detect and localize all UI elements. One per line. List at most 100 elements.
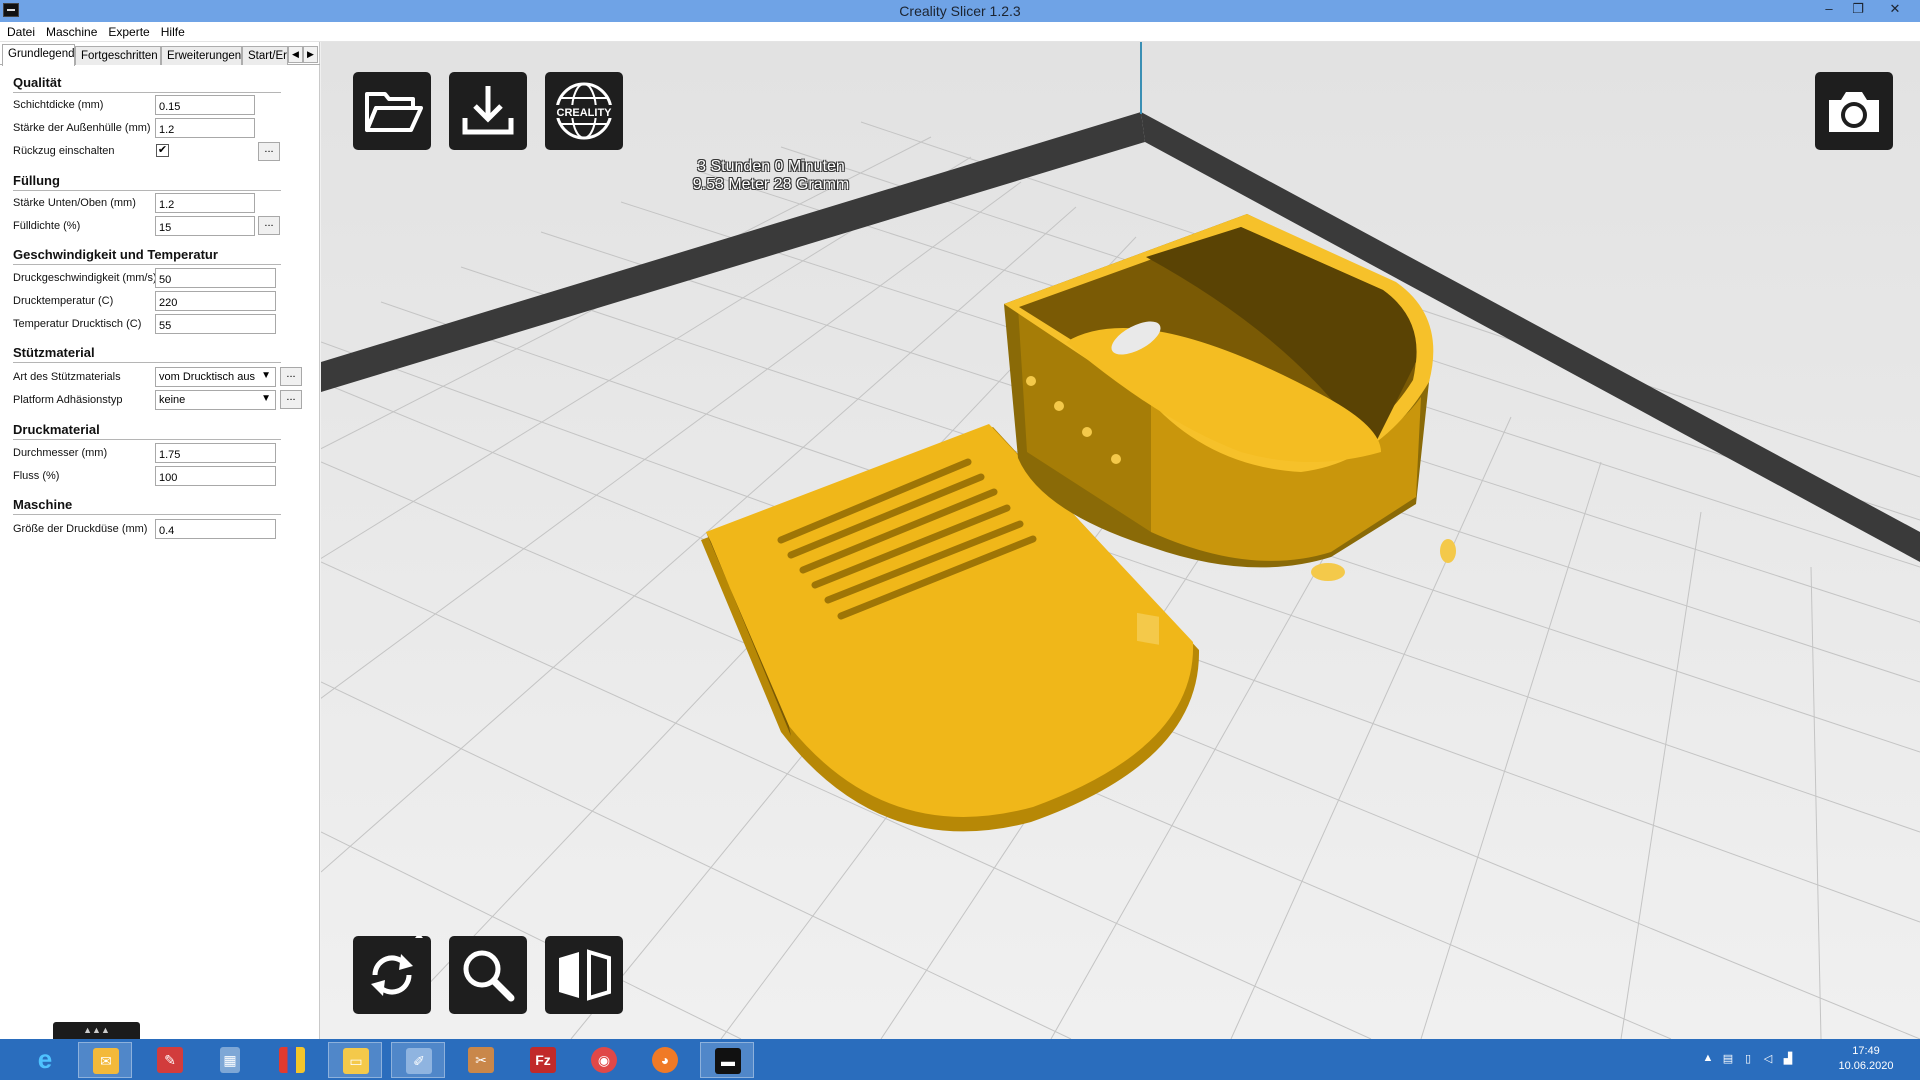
chevron-down-icon: ▼ — [261, 370, 271, 381]
calculator-icon: ▦ — [220, 1047, 240, 1073]
print-speed-input[interactable] — [155, 268, 276, 288]
firefox-icon: ◕ — [652, 1047, 678, 1073]
taskbar-tool-app[interactable]: ✂ — [454, 1042, 508, 1078]
tab-scroll-left-icon[interactable]: ◀ — [288, 46, 303, 63]
taskbar-filezilla[interactable]: Fz — [516, 1042, 570, 1078]
office-icon — [279, 1047, 305, 1073]
adhesion-type-value: keine — [159, 394, 186, 406]
keyboard-icon[interactable]: ▤ — [1720, 1052, 1736, 1066]
windows-taskbar: e ✉ ✎ ▦ ▭ ✐ ✂ Fz ◉ ◕ ▬ ▲ ▤ ▯ ◁ ▟ 17:49 1… — [0, 1039, 1920, 1080]
taskbar-firefox[interactable]: ◕ — [638, 1042, 692, 1078]
shell-thickness-input[interactable] — [155, 118, 255, 138]
folder-open-icon — [365, 92, 423, 132]
print-material: 9.53 Meter 28 Gramm — [692, 176, 850, 193]
diameter-label: Durchmesser (mm) — [13, 447, 108, 459]
restore-button[interactable]: ❐ — [1845, 0, 1871, 20]
section-fill: Füllung — [13, 173, 281, 191]
section-support: Stützmaterial — [13, 345, 281, 363]
scale-button[interactable] — [449, 936, 527, 1014]
tab-scroll-right-icon[interactable]: ▶ — [303, 46, 318, 63]
clock-date: 10.06.2020 — [1838, 1060, 1894, 1072]
support-type-value: vom Drucktisch aus — [159, 371, 255, 383]
clock[interactable]: 17:49 10.06.2020 — [1836, 1044, 1896, 1074]
taskbar-disk-app[interactable]: ◉ — [577, 1042, 631, 1078]
tool-icon: ✂ — [468, 1047, 494, 1073]
fill-density-input[interactable] — [155, 216, 255, 236]
fill-density-label: Fülldichte (%) — [13, 220, 81, 232]
build-plate-scene — [321, 42, 1920, 1039]
volume-icon[interactable]: ◁ — [1760, 1052, 1776, 1066]
taskbar-outlook[interactable]: ✉ — [78, 1042, 132, 1078]
system-tray: ▲ ▤ ▯ ◁ ▟ 17:49 10.06.2020 — [1700, 1039, 1920, 1080]
snapshot-button[interactable] — [1815, 72, 1893, 150]
print-temp-input[interactable] — [155, 291, 276, 311]
filezilla-icon: Fz — [530, 1047, 556, 1073]
fill-settings-button[interactable]: ... — [258, 216, 280, 235]
nozzle-size-input[interactable] — [155, 519, 276, 539]
taskbar-internet-explorer[interactable]: e — [18, 1042, 72, 1078]
retraction-checkbox[interactable]: ✔ — [156, 144, 169, 157]
taskbar-creality-slicer[interactable]: ▬ — [700, 1042, 754, 1078]
close-button[interactable]: ✕ — [1882, 0, 1908, 20]
retraction-settings-button[interactable]: ... — [258, 142, 280, 161]
tab-erweiterungen[interactable]: Erweiterungen — [161, 46, 242, 65]
menu-experte[interactable]: Experte — [101, 22, 153, 39]
taskbar-office-app[interactable] — [265, 1042, 319, 1078]
section-quality: Qualität — [13, 75, 281, 93]
paint-icon: ✐ — [406, 1048, 432, 1074]
flow-input[interactable] — [155, 466, 276, 486]
creality-cloud-button[interactable]: CREALITY — [545, 72, 623, 150]
camera-icon — [1829, 92, 1879, 132]
mirror-button[interactable] — [545, 936, 623, 1014]
flow-label: Fluss (%) — [13, 470, 60, 482]
tab-fortgeschritten[interactable]: Fortgeschritten — [75, 46, 161, 65]
settings-panel: Grundlegend Fortgeschritten Erweiterunge… — [0, 42, 320, 1039]
bed-temp-label: Temperatur Drucktisch (C) — [13, 318, 142, 330]
load-model-button[interactable] — [353, 72, 431, 150]
taskbar-calculator[interactable]: ▦ — [203, 1042, 257, 1078]
adhesion-settings-button[interactable]: ... — [280, 390, 302, 409]
tab-grundlegend[interactable]: Grundlegend — [2, 44, 75, 66]
menu-datei[interactable]: Datei — [0, 22, 39, 39]
print-temp-label: Drucktemperatur (C) — [13, 295, 114, 307]
taskbar-paint-app[interactable]: ✐ — [391, 1042, 445, 1078]
support-type-select[interactable]: vom Drucktisch aus ▼ — [155, 367, 276, 387]
menu-maschine[interactable]: Maschine — [39, 22, 101, 39]
adhesion-type-label: Platform Adhäsionstyp — [13, 394, 123, 406]
adhesion-type-select[interactable]: keine ▼ — [155, 390, 276, 410]
disk-icon: ◉ — [591, 1047, 617, 1073]
bed-temp-input[interactable] — [155, 314, 276, 334]
taskbar-pdf-app[interactable]: ✎ — [143, 1042, 197, 1078]
chevron-down-icon: ▼ — [261, 393, 271, 404]
internet-explorer-icon: e — [37, 1044, 53, 1074]
section-speed-temperature: Geschwindigkeit und Temperatur — [13, 247, 281, 265]
diameter-input[interactable] — [155, 443, 276, 463]
tab-start-ende[interactable]: Start/Er — [242, 46, 288, 65]
retraction-label: Rückzug einschalten — [13, 145, 115, 157]
layer-height-input[interactable] — [155, 95, 255, 115]
layer-height-label: Schichtdicke (mm) — [13, 99, 104, 111]
print-time: 3 Stunden 0 Minuten — [697, 158, 845, 175]
taskbar-file-explorer[interactable]: ▭ — [328, 1042, 382, 1078]
print-estimate: 3 Stunden 0 Minuten 9.53 Meter 28 Gramm — [661, 158, 881, 194]
creality-logo-icon: CREALITY — [553, 82, 615, 140]
support-settings-button[interactable]: ... — [280, 367, 302, 386]
section-filament: Druckmaterial — [13, 422, 281, 440]
support-type-label: Art des Stützmaterials — [13, 371, 121, 383]
rotate-button[interactable] — [353, 936, 431, 1014]
menu-hilfe[interactable]: Hilfe — [154, 22, 189, 39]
creality-slicer-icon: ▬ — [715, 1048, 741, 1074]
network-icon[interactable]: ▟ — [1780, 1052, 1796, 1066]
download-icon — [462, 86, 514, 135]
panel-collapse-handle[interactable]: ▲▲▲ — [53, 1022, 140, 1040]
battery-icon[interactable]: ▯ — [1740, 1052, 1756, 1066]
bottom-top-thickness-input[interactable] — [155, 193, 255, 213]
pdf-icon: ✎ — [157, 1047, 183, 1073]
minimize-button[interactable]: – — [1816, 0, 1842, 20]
rotate-icon — [371, 936, 423, 996]
3d-viewport[interactable]: CREALITY 3 Stunden 0 Minuten 9.53 Meter … — [321, 42, 1920, 1039]
section-machine: Maschine — [13, 497, 281, 515]
tray-expand-icon[interactable]: ▲ — [1700, 1052, 1716, 1066]
bottom-top-thickness-label: Stärke Unten/Oben (mm) — [13, 197, 136, 209]
save-gcode-button[interactable] — [449, 72, 527, 150]
